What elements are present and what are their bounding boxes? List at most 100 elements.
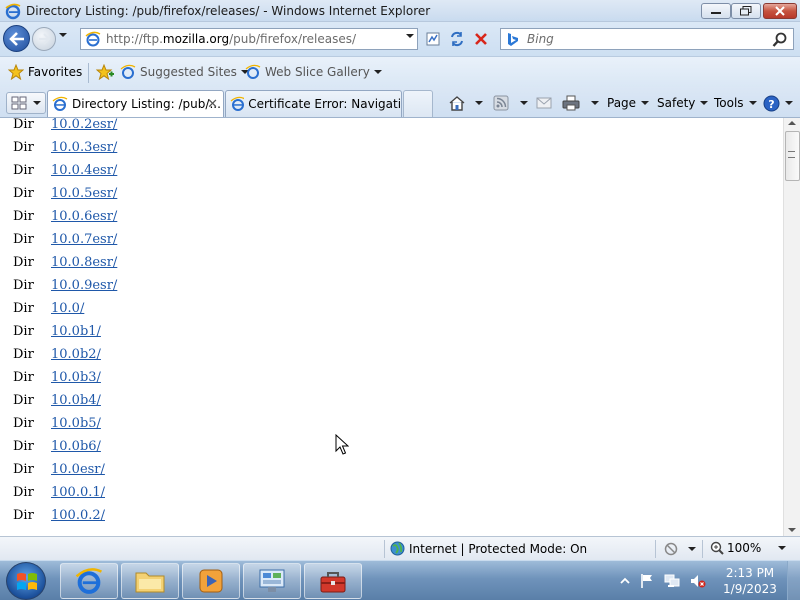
back-button[interactable] xyxy=(3,25,30,52)
close-window-button[interactable] xyxy=(763,3,797,19)
directory-link[interactable]: 10.0.4esr/ xyxy=(51,163,117,178)
directory-link[interactable]: 100.0.2/ xyxy=(51,508,105,523)
stop-button[interactable] xyxy=(470,28,492,50)
address-dropdown[interactable] xyxy=(406,34,414,38)
minimize-button[interactable] xyxy=(701,3,731,19)
system-tray xyxy=(620,573,706,589)
listing-row: Dir 10.0/ xyxy=(0,296,780,319)
address-url: http://ftp.mozilla.org/pub/firefox/relea… xyxy=(106,32,356,46)
directory-link[interactable]: 10.0.8esr/ xyxy=(51,255,117,270)
compatibility-view-button[interactable] xyxy=(422,28,444,50)
directory-link[interactable]: 10.0.5esr/ xyxy=(51,186,117,201)
popup-dropdown[interactable] xyxy=(688,547,696,551)
taskbar-file-explorer[interactable] xyxy=(121,563,179,599)
zone-text: Internet | Protected Mode: On xyxy=(409,541,588,556)
print-dropdown[interactable] xyxy=(591,101,599,105)
close-tab-icon[interactable]: ✕ xyxy=(207,97,218,112)
zoom-control[interactable]: 100% xyxy=(710,541,787,555)
forward-button[interactable] xyxy=(32,27,56,51)
tab-list-dropdown[interactable] xyxy=(33,101,41,105)
listing-row: Dir 10.0.8esr/ xyxy=(0,250,780,273)
taskbar-media-player[interactable] xyxy=(182,563,240,599)
help-button[interactable]: ? xyxy=(763,93,793,113)
vertical-scrollbar[interactable] xyxy=(783,118,800,536)
entry-type: Dir xyxy=(13,140,34,155)
tab-label: Directory Listing: /pub/... xyxy=(72,97,221,111)
media-player-icon xyxy=(199,569,223,593)
read-mail-button[interactable] xyxy=(536,93,552,113)
directory-link[interactable]: 10.0b4/ xyxy=(51,393,101,408)
safety-menu-label: Safety xyxy=(657,96,696,110)
directory-link[interactable]: 10.0b2/ xyxy=(51,347,101,362)
maximize-button[interactable] xyxy=(731,3,761,19)
directory-link[interactable]: 100.0.1/ xyxy=(51,485,105,500)
popup-blocker-icon[interactable] xyxy=(664,542,680,556)
entry-type: Dir xyxy=(13,508,34,523)
taskbar-clock[interactable]: 2:13 PM 1/9/2023 xyxy=(723,565,777,597)
favorites-divider xyxy=(88,63,89,83)
taskbar-toolbox[interactable] xyxy=(304,563,362,599)
security-zone[interactable]: Internet | Protected Mode: On xyxy=(390,541,587,556)
listing-row: Dir 10.0b4/ xyxy=(0,388,780,411)
mail-icon xyxy=(536,97,552,109)
start-button[interactable] xyxy=(6,562,46,600)
entry-type: Dir xyxy=(13,278,34,293)
directory-link[interactable]: 10.0b3/ xyxy=(51,370,101,385)
globe-icon xyxy=(390,541,405,556)
directory-link[interactable]: 10.0.2esr/ xyxy=(51,118,117,132)
web-slice-gallery-link[interactable]: Web Slice Gallery xyxy=(245,63,382,81)
print-button[interactable] xyxy=(562,93,599,113)
directory-link[interactable]: 10.0.7esr/ xyxy=(51,232,117,247)
safety-menu[interactable]: Safety xyxy=(657,93,709,113)
action-center-flag-icon[interactable] xyxy=(640,573,654,589)
windows-logo-icon xyxy=(17,573,37,590)
directory-link[interactable]: 10.0esr/ xyxy=(51,462,105,477)
chevron-down-icon xyxy=(748,101,757,105)
close-icon xyxy=(775,6,785,16)
network-icon[interactable] xyxy=(664,573,680,589)
show-desktop-button[interactable] xyxy=(787,561,800,600)
page-menu[interactable]: Page xyxy=(607,93,650,113)
feeds-button[interactable] xyxy=(493,93,528,113)
scroll-down-icon[interactable] xyxy=(788,528,796,532)
recent-pages-dropdown[interactable] xyxy=(59,33,67,37)
page-icon xyxy=(85,31,101,47)
home-dropdown[interactable] xyxy=(475,101,483,105)
listing-row: Dir 10.0.4esr/ xyxy=(0,158,780,181)
status-divider xyxy=(384,540,385,558)
directory-link[interactable]: 10.0/ xyxy=(51,301,84,316)
zoom-dropdown[interactable] xyxy=(778,546,787,550)
quick-tabs-button[interactable] xyxy=(6,92,46,114)
forward-arrow-icon xyxy=(39,33,50,45)
feeds-dropdown[interactable] xyxy=(520,101,528,105)
directory-link[interactable]: 10.0.3esr/ xyxy=(51,140,117,155)
entry-type: Dir xyxy=(13,324,34,339)
search-box[interactable]: Bing xyxy=(500,28,794,50)
entry-type: Dir xyxy=(13,118,34,132)
directory-link[interactable]: 10.0.6esr/ xyxy=(51,209,117,224)
listing-row: Dir 10.0b2/ xyxy=(0,342,780,365)
directory-link[interactable]: 10.0b1/ xyxy=(51,324,101,339)
suggested-sites-link[interactable]: Suggested Sites xyxy=(120,63,249,81)
tools-menu[interactable]: Tools xyxy=(714,93,757,113)
taskbar-control-panel[interactable] xyxy=(243,563,301,599)
entry-type: Dir xyxy=(13,186,34,201)
add-to-favorites-bar-button[interactable] xyxy=(96,63,114,81)
help-dropdown[interactable] xyxy=(785,101,793,105)
entry-type: Dir xyxy=(13,209,34,224)
directory-link[interactable]: 10.0b5/ xyxy=(51,416,101,431)
volume-muted-icon[interactable] xyxy=(690,573,706,589)
directory-link[interactable]: 10.0b6/ xyxy=(51,439,101,454)
new-tab-button[interactable] xyxy=(403,90,433,117)
directory-link[interactable]: 10.0.9esr/ xyxy=(51,278,117,293)
home-button[interactable] xyxy=(448,93,483,113)
search-icon[interactable] xyxy=(772,32,788,48)
show-hidden-icons[interactable] xyxy=(620,576,630,586)
favorites-button[interactable]: Favorites xyxy=(8,63,82,81)
refresh-button[interactable] xyxy=(446,28,468,50)
address-bar[interactable]: http://ftp.mozilla.org/pub/firefox/relea… xyxy=(80,28,418,50)
scroll-up-icon[interactable] xyxy=(788,121,796,125)
tab-certificate-error[interactable]: Certificate Error: Navigatio... xyxy=(225,90,402,117)
taskbar-internet-explorer[interactable] xyxy=(60,563,118,599)
tab-directory-listing[interactable]: Directory Listing: /pub/... ✕ xyxy=(47,90,224,117)
